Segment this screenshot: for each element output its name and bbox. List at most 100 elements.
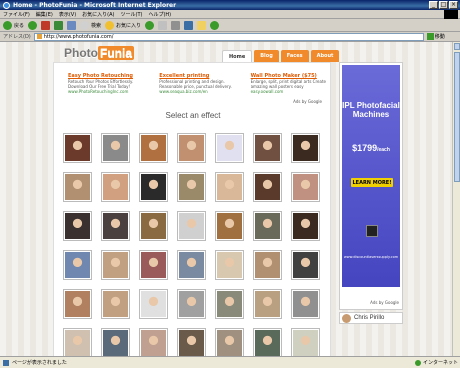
tab-blog[interactable]: Blog bbox=[254, 50, 279, 62]
ad-url[interactable]: www.PhotoRetouchingInc.com bbox=[68, 89, 143, 94]
skyscraper-ad[interactable]: IPL Photofacial Machines $1799/each LEAR… bbox=[339, 62, 403, 310]
minimize-icon[interactable]: _ bbox=[429, 1, 438, 9]
tab-about[interactable]: About bbox=[310, 50, 340, 62]
effect-thumbnail[interactable] bbox=[139, 250, 168, 280]
effect-image bbox=[179, 174, 204, 200]
page-viewport: Photo Funia Home Blog Faces About Easy Ph… bbox=[0, 42, 452, 356]
menu-favorites[interactable]: お気に入り(A) bbox=[82, 11, 114, 18]
security-zone: インターネット bbox=[414, 359, 458, 366]
ad-item[interactable]: Excellent printing Professional printing… bbox=[159, 73, 234, 94]
window-title-bar: Home - PhotoFunia - Microsoft Internet E… bbox=[0, 0, 460, 10]
effect-thumbnail[interactable] bbox=[291, 289, 320, 319]
edit-button[interactable] bbox=[184, 20, 194, 30]
window-title: Home - PhotoFunia - Microsoft Internet E… bbox=[13, 1, 177, 9]
effect-thumbnail[interactable] bbox=[291, 133, 320, 163]
folder-button[interactable] bbox=[197, 20, 207, 30]
scroll-thumb[interactable] bbox=[454, 52, 460, 182]
effect-thumbnail[interactable] bbox=[139, 289, 168, 319]
mail-button[interactable] bbox=[158, 20, 168, 30]
effect-thumbnail[interactable] bbox=[215, 133, 244, 163]
effect-thumbnail[interactable] bbox=[101, 211, 130, 241]
effect-thumbnail[interactable] bbox=[253, 133, 282, 163]
menu-edit[interactable]: 編集(E) bbox=[36, 11, 53, 18]
skyscraper-banner[interactable]: IPL Photofacial Machines $1799/each LEAR… bbox=[342, 65, 400, 287]
effect-thumbnail[interactable] bbox=[291, 250, 320, 280]
machine-image bbox=[366, 225, 378, 237]
menu-view[interactable]: 表示(V) bbox=[59, 11, 76, 18]
search-button[interactable]: 検索 bbox=[80, 20, 101, 30]
go-button[interactable]: 移動 bbox=[426, 33, 445, 40]
address-input[interactable]: http://www.photofunia.com/ bbox=[33, 32, 424, 41]
effect-thumbnail[interactable] bbox=[215, 211, 244, 241]
ad-url[interactable]: www.seaqua.biz.com/en bbox=[159, 89, 234, 94]
effect-thumbnail[interactable] bbox=[101, 250, 130, 280]
effect-image bbox=[65, 174, 90, 200]
effect-image bbox=[217, 330, 242, 356]
effect-thumbnail[interactable] bbox=[101, 328, 130, 356]
ad-item[interactable]: Easy Photo Retouching Retouch Your Photo… bbox=[68, 73, 143, 94]
main-panel: Easy Photo Retouching Retouch Your Photo… bbox=[53, 62, 331, 356]
effect-image bbox=[103, 174, 128, 200]
menu-file[interactable]: ファイル(F) bbox=[3, 11, 30, 18]
ad-item[interactable]: Wall Photo Maker ($75) Enlarge, split, p… bbox=[251, 73, 326, 94]
back-button[interactable]: 戻る bbox=[3, 20, 24, 30]
effect-thumbnail[interactable] bbox=[215, 328, 244, 356]
forward-button[interactable] bbox=[28, 20, 38, 30]
user-badge[interactable]: Chris Pirillo bbox=[339, 312, 403, 324]
effect-thumbnail[interactable] bbox=[177, 289, 206, 319]
refresh-button[interactable] bbox=[54, 20, 64, 30]
effect-thumbnail[interactable] bbox=[101, 133, 130, 163]
print-button[interactable] bbox=[171, 20, 181, 30]
effect-thumbnail[interactable] bbox=[139, 328, 168, 356]
stop-button[interactable] bbox=[41, 20, 51, 30]
effect-thumbnail[interactable] bbox=[101, 289, 130, 319]
folder-icon bbox=[197, 20, 207, 30]
home-button[interactable] bbox=[67, 20, 77, 30]
menu-tools[interactable]: ツール(T) bbox=[121, 11, 143, 18]
effect-thumbnail[interactable] bbox=[177, 172, 206, 202]
photofunia-logo[interactable]: Photo Funia bbox=[64, 46, 134, 60]
effect-thumbnail[interactable] bbox=[101, 172, 130, 202]
learn-more-button[interactable]: LEARN MORE! bbox=[351, 178, 393, 187]
effect-thumbnail[interactable] bbox=[63, 250, 92, 280]
effect-thumbnail[interactable] bbox=[253, 250, 282, 280]
effect-image bbox=[103, 330, 128, 356]
effect-thumbnail[interactable] bbox=[253, 211, 282, 241]
effect-thumbnail[interactable] bbox=[215, 172, 244, 202]
history-button[interactable] bbox=[145, 20, 155, 30]
effect-thumbnail[interactable] bbox=[291, 328, 320, 356]
close-icon[interactable]: × bbox=[449, 1, 458, 9]
menu-help[interactable]: ヘルプ(H) bbox=[148, 11, 171, 18]
tab-home[interactable]: Home bbox=[222, 50, 253, 62]
effect-thumbnail[interactable] bbox=[63, 133, 92, 163]
effect-image bbox=[179, 291, 204, 317]
scroll-up-icon[interactable] bbox=[454, 43, 460, 50]
effect-thumbnail[interactable] bbox=[177, 250, 206, 280]
effect-thumbnail[interactable] bbox=[139, 133, 168, 163]
effect-thumbnail[interactable] bbox=[63, 211, 92, 241]
messenger-button[interactable] bbox=[210, 20, 220, 30]
ads-by-google[interactable]: Ads by Google bbox=[293, 99, 322, 104]
effect-thumbnail[interactable] bbox=[253, 172, 282, 202]
favorites-button[interactable]: お気に入り bbox=[105, 20, 141, 30]
effect-thumbnail[interactable] bbox=[291, 172, 320, 202]
effect-thumbnail[interactable] bbox=[177, 133, 206, 163]
effect-thumbnail[interactable] bbox=[63, 172, 92, 202]
effect-thumbnail[interactable] bbox=[63, 289, 92, 319]
tab-faces[interactable]: Faces bbox=[280, 50, 309, 62]
menu-bar: ファイル(F) 編集(E) 表示(V) お気に入り(A) ツール(T) ヘルプ(… bbox=[0, 10, 460, 19]
vertical-scrollbar[interactable] bbox=[452, 42, 460, 356]
ad-url[interactable]: easy.oowall.com bbox=[251, 89, 326, 94]
effect-thumbnail[interactable] bbox=[253, 289, 282, 319]
effect-thumbnail[interactable] bbox=[139, 211, 168, 241]
effect-thumbnail[interactable] bbox=[177, 328, 206, 356]
effect-thumbnail[interactable] bbox=[139, 172, 168, 202]
effect-thumbnail[interactable] bbox=[63, 328, 92, 356]
effect-thumbnail[interactable] bbox=[177, 211, 206, 241]
effect-thumbnail[interactable] bbox=[215, 289, 244, 319]
maximize-icon[interactable]: □ bbox=[439, 1, 448, 9]
effect-thumbnail[interactable] bbox=[253, 328, 282, 356]
effect-thumbnail[interactable] bbox=[215, 250, 244, 280]
effect-thumbnail[interactable] bbox=[291, 211, 320, 241]
ads-by-google[interactable]: Ads by Google bbox=[370, 300, 399, 305]
